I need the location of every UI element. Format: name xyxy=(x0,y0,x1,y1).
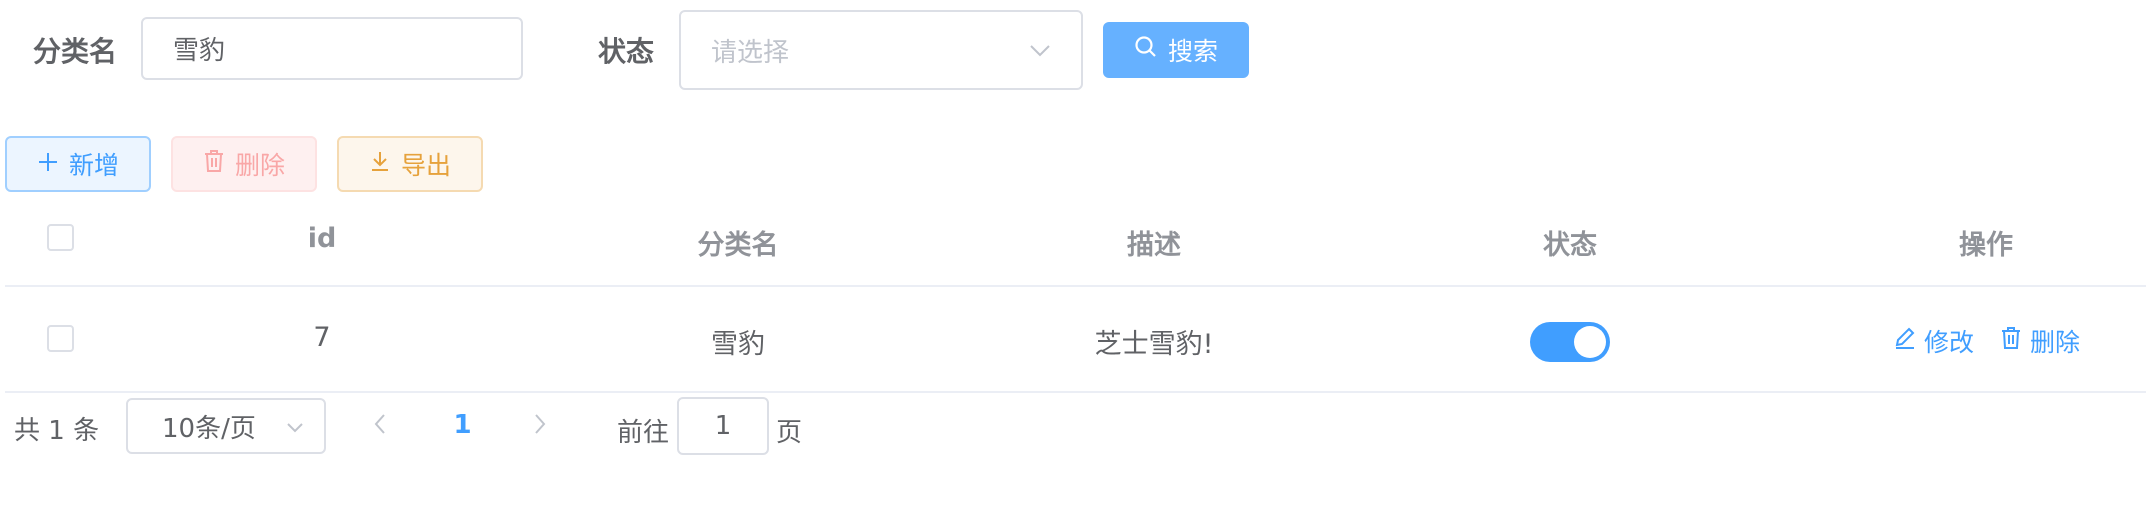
category-name-label: 分类名 xyxy=(33,35,118,68)
page-size-select[interactable]: 10条/页 xyxy=(126,398,326,454)
status-toggle[interactable] xyxy=(1530,322,1610,362)
status-select[interactable]: 请选择 xyxy=(679,10,1083,90)
chevron-down-icon xyxy=(286,411,304,441)
page-suffix-label: 页 xyxy=(776,418,803,448)
column-header-id: id xyxy=(307,223,337,254)
table-bottom-divider xyxy=(5,391,2146,393)
column-header-actions: 操作 xyxy=(1959,230,2013,261)
pagination-total: 共 1 条 xyxy=(14,416,100,446)
download-icon xyxy=(369,149,391,179)
cell-description: 芝士雪豹! xyxy=(1094,329,1214,360)
goto-page-value: 1 xyxy=(714,411,732,441)
search-button-label: 搜索 xyxy=(1167,37,1218,66)
add-button[interactable]: 新增 xyxy=(5,136,151,192)
edit-link[interactable]: 修改 xyxy=(1894,323,1974,359)
current-page[interactable]: 1 xyxy=(445,410,480,440)
trash-icon xyxy=(2000,326,2022,356)
column-header-category: 分类名 xyxy=(697,230,779,261)
plus-icon xyxy=(37,150,59,179)
select-all-checkbox[interactable] xyxy=(47,224,74,251)
search-icon xyxy=(1134,35,1158,65)
goto-label: 前往 xyxy=(617,418,670,448)
goto-page-input[interactable]: 1 xyxy=(677,397,769,455)
status-label: 状态 xyxy=(598,35,655,68)
prev-page-button[interactable] xyxy=(372,412,388,440)
category-name-value: 雪豹 xyxy=(173,36,226,66)
edit-link-label: 修改 xyxy=(1924,328,1975,357)
table-header-divider xyxy=(5,285,2146,287)
column-header-description: 描述 xyxy=(1127,230,1181,261)
chevron-down-icon xyxy=(1029,35,1051,65)
category-name-input[interactable]: 雪豹 xyxy=(141,17,523,80)
next-page-button[interactable] xyxy=(532,412,548,440)
batch-delete-button-label: 删除 xyxy=(234,151,285,180)
add-button-label: 新增 xyxy=(68,151,119,180)
edit-icon xyxy=(1894,326,1916,356)
export-button-label: 导出 xyxy=(400,151,451,180)
export-button[interactable]: 导出 xyxy=(337,136,483,192)
cell-category: 雪豹 xyxy=(711,329,765,360)
row-checkbox[interactable] xyxy=(47,325,74,352)
chevron-right-icon xyxy=(532,414,548,440)
cell-id: 7 xyxy=(313,322,331,353)
row-delete-link[interactable]: 删除 xyxy=(2000,323,2080,359)
trash-icon xyxy=(203,149,225,179)
search-button[interactable]: 搜索 xyxy=(1103,22,1249,78)
status-toggle-knob xyxy=(1574,326,1606,358)
status-select-placeholder: 请选择 xyxy=(711,37,790,68)
chevron-left-icon xyxy=(372,414,388,440)
row-delete-link-label: 删除 xyxy=(2030,328,2081,357)
batch-delete-button[interactable]: 删除 xyxy=(171,136,317,192)
page-size-value: 10条/页 xyxy=(162,413,256,444)
column-header-status: 状态 xyxy=(1543,230,1597,261)
